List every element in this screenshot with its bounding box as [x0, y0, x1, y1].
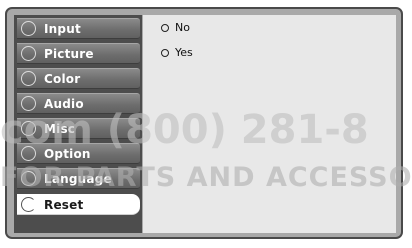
circle-icon — [21, 46, 36, 61]
circle-icon — [21, 121, 36, 136]
reset-options-panel: No Yes — [143, 15, 396, 233]
menu-item-label: Option — [44, 147, 91, 161]
menu-item-misc[interactable]: Misc — [17, 118, 140, 139]
radio-icon — [161, 24, 169, 32]
osd-frame: Input Picture Color Audio Misc Option La… — [5, 7, 403, 239]
option-label: No — [175, 21, 190, 34]
circle-icon — [21, 171, 36, 186]
menu-item-audio[interactable]: Audio — [17, 93, 140, 114]
menu-item-color[interactable]: Color — [17, 68, 140, 89]
menu-item-label: Misc — [44, 122, 76, 136]
circle-icon — [21, 21, 36, 36]
menu-item-label: Language — [44, 172, 112, 186]
menu-item-label: Audio — [44, 97, 84, 111]
menu-item-option[interactable]: Option — [17, 143, 140, 164]
circle-icon — [21, 96, 36, 111]
osd-screen: Input Picture Color Audio Misc Option La… — [0, 0, 412, 248]
option-label: Yes — [175, 46, 193, 59]
menu-item-picture[interactable]: Picture — [17, 43, 140, 64]
menu-item-label: Picture — [44, 47, 94, 61]
menu-item-label: Reset — [44, 198, 84, 212]
circle-icon — [21, 71, 36, 86]
menu-item-label: Input — [44, 22, 81, 36]
circle-icon — [21, 197, 36, 212]
menu-panel: Input Picture Color Audio Misc Option La… — [14, 15, 142, 233]
menu-item-reset[interactable]: Reset — [17, 194, 140, 215]
menu-item-input[interactable]: Input — [17, 18, 140, 39]
circle-icon — [21, 146, 36, 161]
radio-icon — [161, 49, 169, 57]
menu-item-label: Color — [44, 72, 81, 86]
menu-item-language[interactable]: Language — [17, 168, 140, 189]
